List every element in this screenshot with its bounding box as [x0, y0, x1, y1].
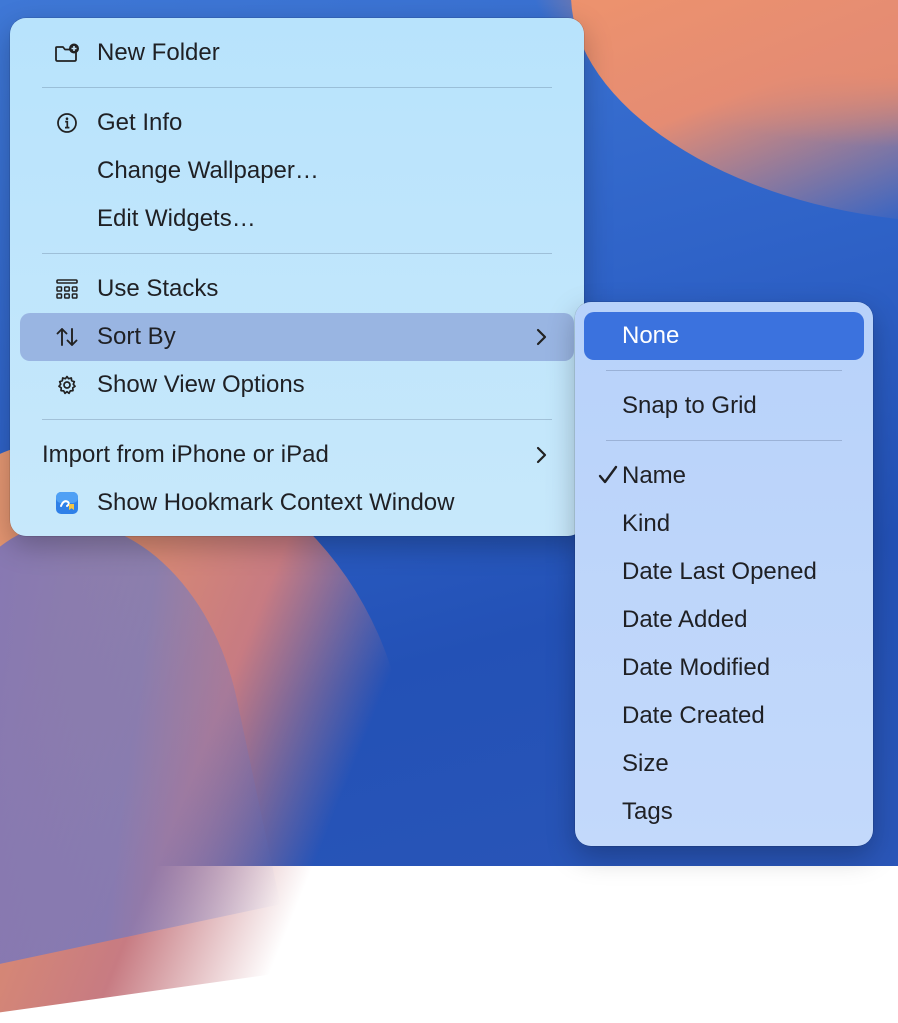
sort-option-snap-to-grid[interactable]: Snap to Grid	[584, 382, 864, 430]
menu-item-label: None	[622, 322, 680, 349]
menu-item-label: Tags	[622, 798, 673, 825]
sort-option-date-added[interactable]: Date Added	[584, 596, 864, 644]
menu-item-label: Size	[622, 750, 669, 777]
menu-item-label: Date Added	[622, 606, 748, 633]
chevron-right-icon	[534, 444, 548, 466]
sort-option-name[interactable]: Name	[584, 452, 864, 500]
menu-item-label: Change Wallpaper…	[97, 157, 319, 184]
sort-by-submenu: None Snap to Grid Name Kind Date Last Op…	[575, 302, 873, 846]
folder-plus-icon	[54, 41, 80, 65]
menu-item-label: Name	[622, 462, 687, 489]
menu-item-label: Edit Widgets…	[97, 205, 256, 232]
chevron-right-icon	[534, 326, 548, 348]
menu-item-label: Date Modified	[622, 654, 771, 681]
sort-option-date-last-opened[interactable]: Date Last Opened	[584, 548, 864, 596]
hookmark-app-icon	[54, 491, 80, 515]
wallpaper-wave-top	[545, 0, 898, 229]
menu-item-new-folder[interactable]: New Folder	[20, 29, 574, 77]
menu-item-label: Kind	[622, 510, 671, 537]
menu-item-label: Show Hookmark Context Window	[97, 489, 455, 516]
menu-item-label: Date Last Opened	[622, 558, 817, 585]
sort-option-kind[interactable]: Kind	[584, 500, 864, 548]
menu-separator	[606, 440, 842, 441]
sort-option-date-modified[interactable]: Date Modified	[584, 644, 864, 692]
menu-item-change-wallpaper[interactable]: Change Wallpaper…	[20, 147, 574, 195]
menu-item-label: Show View Options	[97, 371, 305, 398]
gear-icon	[54, 373, 80, 397]
menu-item-import-from-iphone[interactable]: Import from iPhone or iPad	[20, 431, 574, 479]
checkmark-icon	[598, 463, 618, 487]
stacks-grid-icon	[54, 277, 80, 301]
sort-option-none[interactable]: None	[584, 312, 864, 360]
sort-option-size[interactable]: Size	[584, 740, 864, 788]
sort-arrows-icon	[54, 325, 80, 349]
menu-item-edit-widgets[interactable]: Edit Widgets…	[20, 195, 574, 243]
menu-item-use-stacks[interactable]: Use Stacks	[20, 265, 574, 313]
menu-item-sort-by[interactable]: Sort By	[20, 313, 574, 361]
menu-item-label: Snap to Grid	[622, 392, 757, 419]
menu-item-get-info[interactable]: Get Info	[20, 99, 574, 147]
menu-separator	[42, 419, 552, 420]
menu-item-show-view-options[interactable]: Show View Options	[20, 361, 574, 409]
menu-item-show-hookmark[interactable]: Show Hookmark Context Window	[20, 479, 574, 527]
desktop-context-menu: New Folder Get Info Change Wallpaper… Ed…	[10, 18, 584, 536]
menu-item-label: Sort By	[97, 323, 176, 350]
sort-option-tags[interactable]: Tags	[584, 788, 864, 836]
menu-item-label: Date Created	[622, 702, 765, 729]
info-circle-icon	[54, 111, 80, 135]
menu-separator	[42, 87, 552, 88]
menu-item-label: New Folder	[97, 39, 220, 66]
menu-separator	[606, 370, 842, 371]
menu-separator	[42, 253, 552, 254]
sort-option-date-created[interactable]: Date Created	[584, 692, 864, 740]
menu-item-label: Use Stacks	[97, 275, 219, 302]
menu-item-label: Get Info	[97, 109, 183, 136]
menu-item-label: Import from iPhone or iPad	[42, 441, 329, 468]
